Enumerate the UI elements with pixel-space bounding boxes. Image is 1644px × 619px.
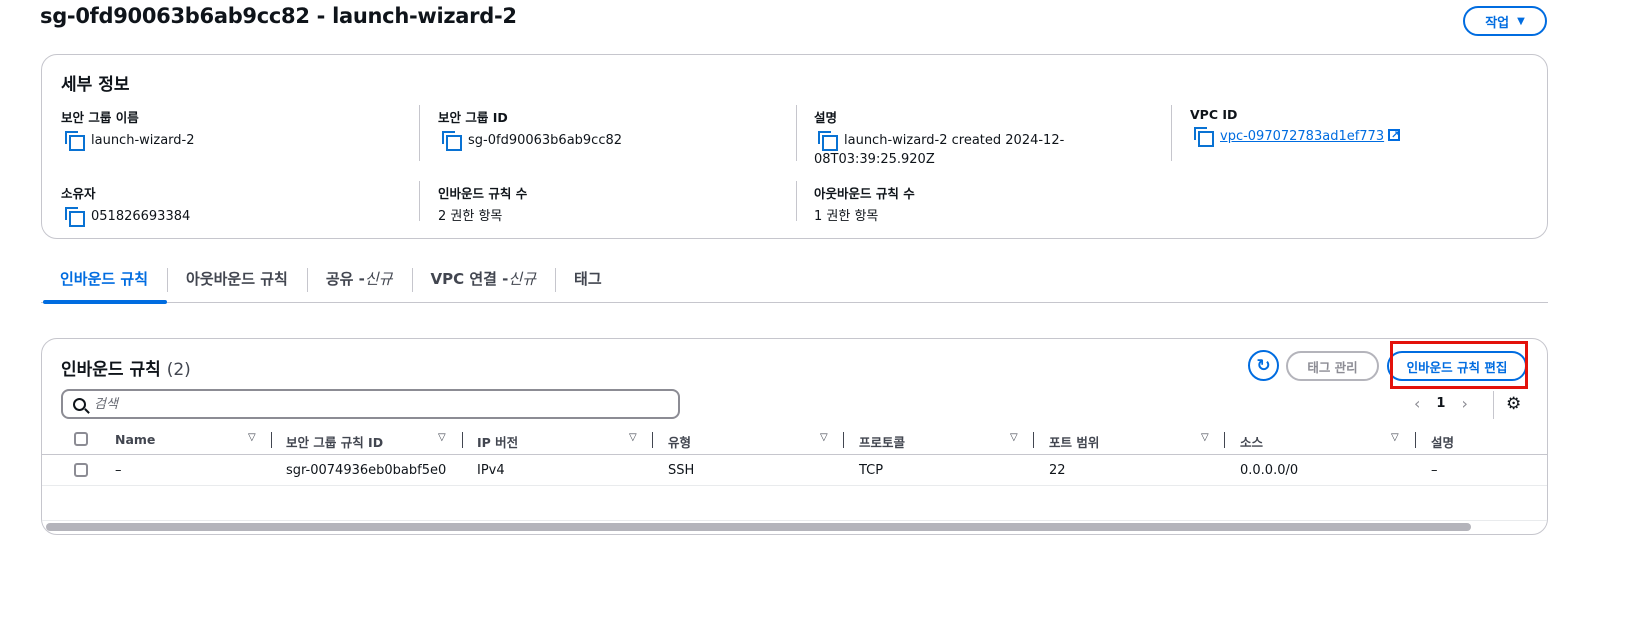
cell-ip-version: IPv4 bbox=[477, 463, 505, 478]
column-resizer[interactable] bbox=[1033, 432, 1034, 448]
field-label: 설명 bbox=[814, 110, 838, 125]
column-resizer[interactable] bbox=[1415, 432, 1416, 448]
tab-vpc-associations[interactable]: VPC 연결 - 신규 bbox=[411, 264, 556, 302]
divider bbox=[419, 181, 420, 221]
field-sg-name: 보안 그룹 이름 launch-wizard-2 bbox=[61, 107, 195, 151]
tab-outbound-rules[interactable]: 아웃바운드 규칙 bbox=[167, 264, 307, 302]
field-owner: 소유자 051826693384 bbox=[61, 183, 191, 227]
divider bbox=[419, 105, 420, 161]
sort-icon[interactable]: ▽ bbox=[1201, 432, 1209, 443]
select-all-checkbox[interactable] bbox=[74, 432, 88, 446]
highlight-box bbox=[1390, 341, 1528, 389]
cell-name: – bbox=[115, 463, 122, 478]
tab-bar: 인바운드 규칙 아웃바운드 규칙 공유 - 신규 VPC 연결 - 신규 태그 bbox=[41, 264, 1548, 304]
search-input[interactable] bbox=[94, 396, 654, 412]
inbound-rules-heading: 인바운드 규칙 (2) bbox=[61, 360, 191, 380]
column-resizer[interactable] bbox=[652, 432, 653, 448]
cell-source: 0.0.0.0/0 bbox=[1240, 463, 1299, 478]
sort-icon[interactable]: ▽ bbox=[820, 432, 828, 443]
copy-icon[interactable] bbox=[442, 131, 462, 151]
manage-tags-button[interactable]: 태그 관리 bbox=[1286, 351, 1379, 381]
column-resizer[interactable] bbox=[462, 432, 463, 448]
tab-inbound-rules[interactable]: 인바운드 규칙 bbox=[41, 264, 168, 304]
field-vpc-id: VPC ID vpc-097072783ad1ef773 bbox=[1190, 107, 1401, 147]
copy-icon[interactable] bbox=[65, 207, 85, 227]
field-value: 2 권한 항목 bbox=[438, 209, 503, 224]
search-icon bbox=[73, 397, 86, 411]
gear-icon[interactable]: ⚙ bbox=[1506, 394, 1521, 414]
field-value-line1: launch-wizard-2 created 2024-12- bbox=[844, 133, 1065, 148]
refresh-button[interactable]: ↻ bbox=[1248, 350, 1279, 381]
column-header-type[interactable]: 유형 bbox=[668, 432, 691, 451]
row-checkbox[interactable] bbox=[74, 463, 88, 477]
chevron-left-icon[interactable]: ‹ bbox=[1414, 394, 1420, 413]
field-label: 보안 그룹 이름 bbox=[61, 110, 139, 125]
divider bbox=[1171, 105, 1172, 161]
column-resizer[interactable] bbox=[271, 432, 272, 448]
field-inbound-count: 인바운드 규칙 수 2 권한 항목 bbox=[438, 183, 527, 226]
divider bbox=[796, 105, 797, 161]
field-value: 051826693384 bbox=[91, 209, 191, 224]
field-sg-id: 보안 그룹 ID sg-0fd90063b6ab9cc82 bbox=[438, 107, 623, 151]
external-link-icon bbox=[1388, 126, 1401, 145]
column-header-ip-version[interactable]: IP 버전 bbox=[477, 432, 518, 451]
actions-label: 작업 bbox=[1485, 15, 1510, 31]
details-title: 세부 정보 bbox=[61, 75, 130, 95]
cell-type: SSH bbox=[668, 463, 695, 478]
field-value: launch-wizard-2 bbox=[91, 133, 195, 148]
field-label: 인바운드 규칙 수 bbox=[438, 186, 528, 201]
copy-icon[interactable] bbox=[818, 131, 838, 151]
inbound-rules-panel: 인바운드 규칙 (2) ↻ 태그 관리 인바운드 규칙 편집 ‹ 1 › ⚙ N… bbox=[41, 338, 1548, 535]
column-header-name[interactable]: Name bbox=[115, 432, 155, 447]
actions-dropdown-button[interactable]: 작업 ▼ bbox=[1463, 6, 1547, 36]
field-value: sg-0fd90063b6ab9cc82 bbox=[468, 133, 623, 148]
field-label: 소유자 bbox=[61, 186, 96, 201]
cell-description: – bbox=[1431, 463, 1438, 478]
details-panel: 세부 정보 보안 그룹 이름 launch-wizard-2 보안 그룹 ID … bbox=[41, 54, 1548, 239]
field-label: 보안 그룹 ID bbox=[438, 110, 508, 125]
chevron-right-icon[interactable]: › bbox=[1461, 394, 1467, 413]
column-header-protocol[interactable]: 프로토콜 bbox=[859, 432, 905, 451]
rules-count: (2) bbox=[166, 360, 191, 380]
sort-icon[interactable]: ▽ bbox=[1391, 432, 1399, 443]
vpc-id-link[interactable]: vpc-097072783ad1ef773 bbox=[1220, 129, 1384, 144]
tab-tags[interactable]: 태그 bbox=[555, 264, 621, 302]
sort-icon[interactable]: ▽ bbox=[438, 432, 446, 443]
tab-sharing[interactable]: 공유 - 신규 bbox=[306, 264, 412, 302]
field-description: 설명 launch-wizard-2 created 2024-12- 08T0… bbox=[814, 107, 1074, 169]
column-header-description[interactable]: 설명 bbox=[1431, 432, 1454, 451]
sort-icon[interactable]: ▽ bbox=[248, 432, 256, 443]
page-title: sg-0fd90063b6ab9cc82 - launch-wizard-2 bbox=[40, 4, 517, 28]
caret-down-icon: ▼ bbox=[1517, 15, 1525, 27]
field-label: VPC ID bbox=[1190, 107, 1238, 122]
divider bbox=[796, 181, 797, 221]
copy-icon[interactable] bbox=[1194, 127, 1214, 147]
horizontal-scrollbar[interactable] bbox=[46, 523, 1471, 531]
field-label: 아웃바운드 규칙 수 bbox=[814, 186, 915, 201]
refresh-icon: ↻ bbox=[1256, 355, 1271, 376]
sort-icon[interactable]: ▽ bbox=[629, 432, 637, 443]
copy-icon[interactable] bbox=[65, 131, 85, 151]
scrollbar-track bbox=[42, 520, 1547, 521]
cell-rule-id: sgr-0074936eb0babf5e0 bbox=[286, 463, 447, 478]
cell-protocol: TCP bbox=[859, 463, 884, 478]
page-number[interactable]: 1 bbox=[1436, 396, 1445, 411]
divider bbox=[1493, 391, 1494, 419]
field-value-line2: 08T03:39:25.920Z bbox=[814, 152, 935, 167]
column-header-port-range[interactable]: 포트 범위 bbox=[1049, 432, 1099, 451]
pagination: ‹ 1 › bbox=[1414, 394, 1468, 413]
column-header-rule-id[interactable]: 보안 그룹 규칙 ID bbox=[286, 432, 383, 451]
column-resizer[interactable] bbox=[1224, 432, 1225, 448]
sort-icon[interactable]: ▽ bbox=[1010, 432, 1018, 443]
search-field[interactable] bbox=[61, 389, 680, 419]
cell-port-range: 22 bbox=[1049, 463, 1066, 478]
field-value: 1 권한 항목 bbox=[814, 209, 879, 224]
table-header: Name ▽ 보안 그룹 규칙 ID ▽ IP 버전 ▽ 유형 ▽ 프로토콜 ▽… bbox=[42, 426, 1547, 455]
table-row[interactable]: – sgr-0074936eb0babf5e0 IPv4 SSH TCP 22 … bbox=[42, 456, 1547, 486]
column-resizer[interactable] bbox=[843, 432, 844, 448]
field-outbound-count: 아웃바운드 규칙 수 1 권한 항목 bbox=[814, 183, 915, 226]
column-header-source[interactable]: 소스 bbox=[1240, 432, 1263, 451]
